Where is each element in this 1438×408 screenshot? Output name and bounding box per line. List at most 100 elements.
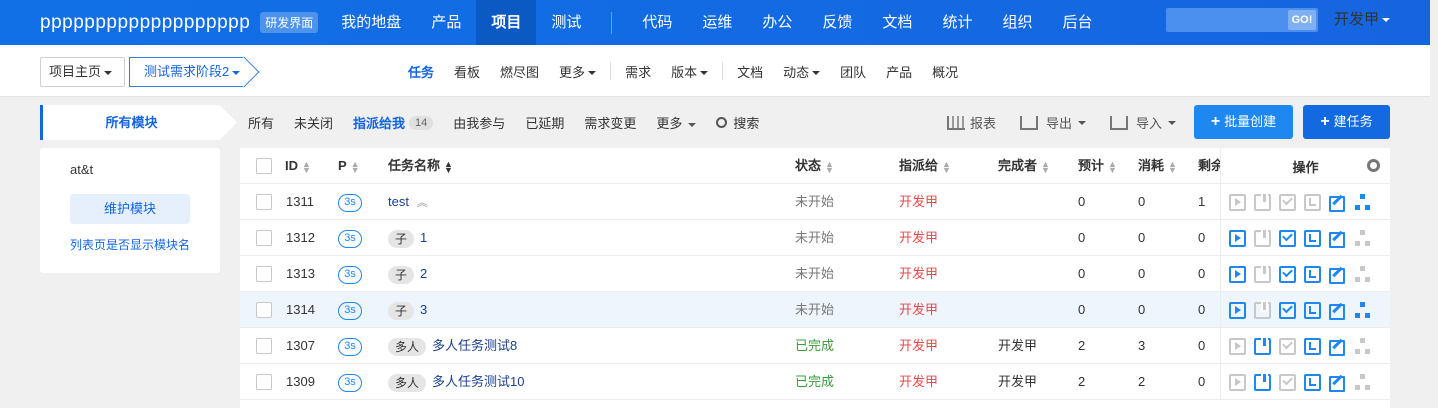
record-icon[interactable] (1304, 193, 1321, 211)
menu-item-5[interactable]: 需求 (615, 62, 661, 81)
menu-item-10[interactable]: 团队 (830, 62, 876, 81)
col-name[interactable]: 任务名称 ▲ ▼ (388, 148, 453, 184)
assigned-to[interactable]: 开发甲 (899, 184, 938, 220)
edit-icon[interactable] (1329, 338, 1346, 356)
table-row[interactable]: 1307 3s 多人 多人任务测试8 已完成 开发甲 开发甲 2 3 0 (240, 328, 1390, 364)
start-icon[interactable] (1229, 265, 1246, 283)
nav-item-nav_group2-4[interactable]: 文档 (867, 0, 927, 45)
task-name-link[interactable]: 2 (420, 266, 427, 281)
pause-icon[interactable] (1254, 227, 1271, 247)
nav-item-nav_group2-6[interactable]: 组织 (987, 0, 1047, 45)
nav-item-nav_group2-2[interactable]: 办公 (747, 0, 807, 45)
record-icon[interactable] (1304, 265, 1321, 283)
batch-split-icon[interactable] (1354, 301, 1371, 319)
menu-item-9[interactable]: 动态 (773, 62, 830, 81)
menu-item-8[interactable]: 文档 (727, 62, 773, 81)
pause-icon[interactable] (1254, 371, 1271, 391)
col-assigned[interactable]: 指派给 ▲ ▼ (899, 148, 951, 184)
nav-item-nav_group2-3[interactable]: 反馈 (807, 0, 867, 45)
nav-item-nav_group1-2[interactable]: 项目 (476, 0, 537, 45)
menu-item-11[interactable]: 产品 (876, 62, 922, 81)
col-status[interactable]: 状态 ▲ ▼ (795, 148, 834, 184)
table-row[interactable]: 1311 3s test ︽ 未开始 开发甲 0 0 1 (240, 184, 1390, 220)
nav-item-nav_group2-1[interactable]: 运维 (687, 0, 747, 45)
nav-item-nav_group1-3[interactable]: 测试 (536, 0, 596, 45)
col-pri[interactable]: P ▲ ▼ (338, 148, 360, 184)
record-icon[interactable] (1304, 301, 1321, 319)
task-name-link[interactable]: test (388, 194, 409, 209)
brand-title[interactable]: ppppppppppppppppppp (0, 12, 250, 34)
finish-icon[interactable] (1279, 265, 1296, 283)
dev-interface-badge[interactable]: 研发界面 (260, 12, 319, 33)
edit-icon[interactable] (1329, 194, 1346, 212)
module-item[interactable]: at&t (70, 162, 93, 177)
nav-item-nav_group2-5[interactable]: 统计 (927, 0, 987, 45)
col-finished-by[interactable]: 完成者 ▲ ▼ (998, 148, 1050, 184)
batch-split-icon[interactable] (1354, 337, 1371, 355)
nav-item-nav_group1-0[interactable]: 我的地盘 (326, 0, 416, 45)
user-menu[interactable]: 开发甲 (1334, 0, 1391, 40)
record-icon[interactable] (1304, 229, 1321, 247)
batch-split-icon[interactable] (1354, 193, 1371, 211)
tab-involved[interactable]: 由我参与 (445, 113, 517, 132)
pause-icon[interactable] (1254, 263, 1271, 283)
nav-item-nav_group2-7[interactable]: 后台 (1047, 0, 1107, 45)
col-consumed[interactable]: 消耗 ▲ ▼ (1138, 148, 1177, 184)
task-name-link[interactable]: 多人任务测试8 (432, 338, 517, 353)
row-checkbox[interactable] (256, 338, 272, 354)
menu-item-0[interactable]: 任务 (398, 62, 444, 81)
menu-item-1[interactable]: 看板 (444, 62, 490, 81)
row-checkbox[interactable] (256, 230, 272, 246)
batch-split-icon[interactable] (1354, 373, 1371, 391)
edit-icon[interactable] (1329, 374, 1346, 392)
task-name-link[interactable]: 多人任务测试10 (432, 374, 524, 389)
pause-icon[interactable] (1254, 299, 1271, 319)
batch-split-icon[interactable] (1354, 229, 1371, 247)
edit-icon[interactable] (1329, 266, 1346, 284)
finish-icon[interactable] (1279, 229, 1296, 247)
import-button[interactable]: 导入 (1110, 105, 1177, 140)
task-name-link[interactable]: 3 (420, 302, 427, 317)
show-module-name-link[interactable]: 列表页是否显示模块名 (70, 236, 190, 253)
assigned-to[interactable]: 开发甲 (899, 328, 938, 364)
tab-all[interactable]: 所有 (240, 113, 286, 132)
search-toggle[interactable]: 搜索 (708, 113, 771, 132)
maintain-module-button[interactable]: 维护模块 (70, 194, 190, 224)
search-go-button[interactable]: GO! (1288, 10, 1316, 30)
menu-item-6[interactable]: 版本 (661, 62, 718, 81)
menu-item-12[interactable]: 概况 (922, 62, 968, 81)
row-checkbox[interactable] (256, 194, 272, 210)
finish-icon[interactable] (1279, 301, 1296, 319)
start-icon[interactable] (1229, 301, 1246, 319)
finish-icon[interactable] (1279, 193, 1296, 211)
col-left[interactable]: 剩余 (1198, 148, 1220, 184)
task-name-link[interactable]: 1 (420, 230, 427, 245)
table-row[interactable]: 1314 3s 子 3 未开始 开发甲 0 0 0 (240, 292, 1390, 328)
global-search-input[interactable]: GO! (1166, 8, 1318, 32)
start-icon[interactable] (1229, 373, 1246, 391)
col-id[interactable]: ID ▲ ▼ (285, 148, 311, 184)
pause-icon[interactable] (1254, 335, 1271, 355)
tab-story-changed[interactable]: 需求变更 (576, 113, 648, 132)
nav-item-nav_group1-1[interactable]: 产品 (416, 0, 476, 45)
table-row[interactable]: 1313 3s 子 2 未开始 开发甲 0 0 0 (240, 256, 1390, 292)
finish-icon[interactable] (1279, 373, 1296, 391)
assigned-to[interactable]: 开发甲 (899, 220, 938, 256)
record-icon[interactable] (1304, 337, 1321, 355)
menu-item-2[interactable]: 燃尽图 (490, 62, 549, 81)
row-checkbox[interactable] (256, 302, 272, 318)
pause-icon[interactable] (1254, 191, 1271, 211)
report-button[interactable]: 报表 (947, 105, 996, 140)
tab-delayed[interactable]: 已延期 (517, 113, 576, 132)
tab-assigned-to-me[interactable]: 指派给我 14 (345, 113, 445, 132)
start-icon[interactable] (1229, 337, 1246, 355)
record-icon[interactable] (1304, 373, 1321, 391)
assigned-to[interactable]: 开发甲 (899, 292, 938, 328)
batch-create-button[interactable]: + 批量创建 (1194, 105, 1293, 139)
menu-item-3[interactable]: 更多 (549, 62, 606, 81)
create-task-button[interactable]: + 建任务 (1303, 105, 1390, 139)
row-checkbox[interactable] (256, 374, 272, 390)
start-icon[interactable] (1229, 193, 1246, 211)
col-estimate[interactable]: 预计 ▲ ▼ (1078, 148, 1117, 184)
row-checkbox[interactable] (256, 266, 272, 282)
